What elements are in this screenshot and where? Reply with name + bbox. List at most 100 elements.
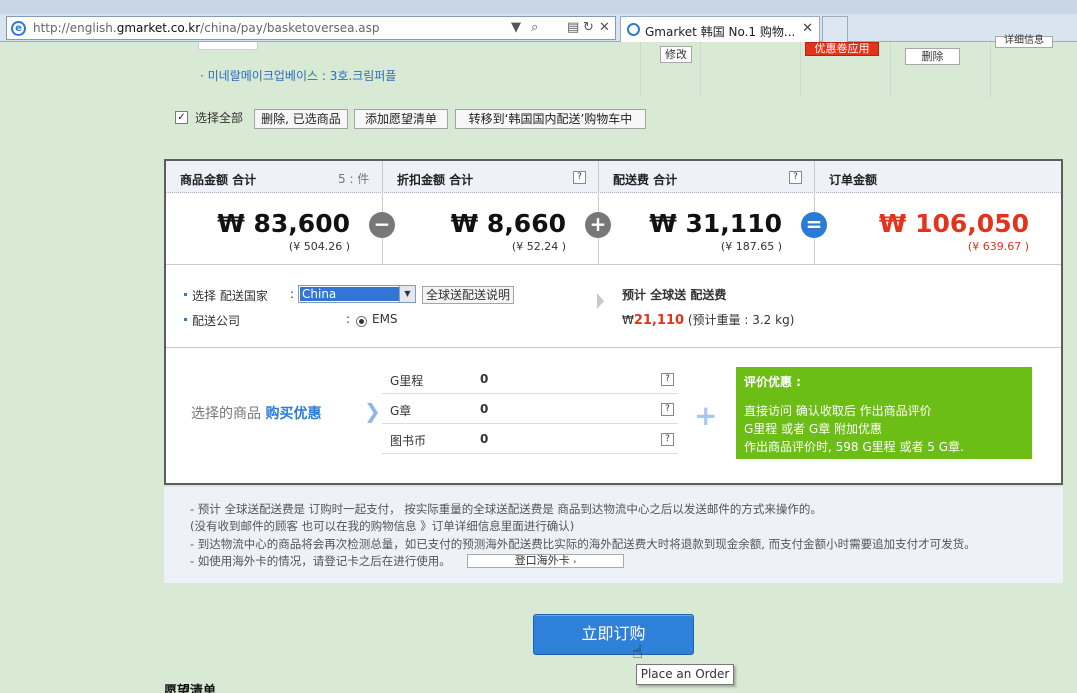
address-bar[interactable]: e http://english.gmarket.co.kr/china/pay… bbox=[6, 16, 616, 40]
est-shipping-title: 预计 全球送 配送费 bbox=[622, 288, 727, 302]
goods-total-cny: (¥ 504.26 ) bbox=[288, 240, 350, 253]
help-icon[interactable]: ? bbox=[661, 433, 674, 446]
url-text[interactable]: http://english.gmarket.co.kr/china/pay/b… bbox=[33, 21, 380, 35]
place-order-button[interactable]: 立即订购 bbox=[533, 614, 694, 655]
ie-icon: e bbox=[11, 21, 26, 36]
shipping-total-label: 配送费 合计 bbox=[613, 173, 678, 187]
intl-shipping-info-button[interactable]: 全球送配送说明 bbox=[422, 286, 515, 304]
colon: : bbox=[346, 312, 351, 326]
help-icon[interactable]: ? bbox=[661, 403, 674, 416]
refresh-icon[interactable]: ↻ bbox=[583, 20, 594, 35]
est-shipping-value: ₩21,110 (预计重量 : 3.2 kg) bbox=[622, 313, 795, 328]
country-select[interactable]: China ▼ bbox=[298, 285, 416, 303]
item-count: 5 : 件 bbox=[338, 172, 370, 186]
benefit-name: G章 bbox=[390, 404, 412, 418]
item-input-box bbox=[198, 42, 258, 50]
goods-total-column: 商品金额 合计 5 : 件 ₩ 83,600 (¥ 504.26 ) bbox=[166, 161, 382, 264]
chevron-down-icon[interactable]: ▼ bbox=[399, 286, 415, 302]
bullet-icon bbox=[184, 318, 187, 321]
benefit-value: 0 bbox=[480, 402, 489, 416]
divider bbox=[800, 42, 801, 97]
discount-total-amount: ₩ 8,660 bbox=[450, 209, 566, 238]
wishlist-title: 愿望清单 bbox=[164, 684, 217, 693]
chevron-right-icon: ❯ bbox=[364, 399, 381, 423]
browser-tab[interactable]: Gmarket 韩国 No.1 购物... ✕ bbox=[620, 16, 820, 42]
benefit-value: 0 bbox=[480, 372, 489, 386]
ems-radio[interactable] bbox=[356, 316, 367, 327]
help-icon[interactable]: ? bbox=[789, 171, 802, 184]
register-card-button[interactable]: 登口海外卡 › bbox=[467, 554, 624, 568]
stop-icon[interactable]: ✕ bbox=[599, 20, 610, 35]
purchase-benefits: 选择的商品 购买优惠 ❯ G里程 0 ? G章 0 ? 图书币 0 ? + 评价… bbox=[166, 349, 1061, 483]
benefit-name: G里程 bbox=[390, 374, 424, 388]
shipping-total-column: 配送费 合计 ? ₩ 31,110 (¥ 187.65 ) bbox=[599, 161, 814, 264]
tab-close-icon[interactable]: ✕ bbox=[802, 21, 813, 36]
benefit-name: 图书币 bbox=[390, 434, 427, 448]
note-line: - 预计 全球送配送费是 订购时一起支付， 按实际重量的全球送配送费是 商品到达… bbox=[190, 502, 822, 516]
shipping-options: 选择 配送国家 : China ▼ 全球送配送说明 配送公司 : EMS bbox=[166, 265, 598, 347]
add-wishlist-button[interactable]: 添加愿望清单 bbox=[354, 109, 448, 129]
divider bbox=[990, 42, 991, 97]
compat-view-icon[interactable]: ▤ bbox=[567, 20, 579, 35]
estimated-shipping: 预计 全球送 配送费 ₩21,110 (预计重量 : 3.2 kg) bbox=[597, 265, 1061, 347]
select-all-label[interactable]: 选择全部 bbox=[195, 109, 243, 126]
discount-total-cny: (¥ 52.24 ) bbox=[511, 240, 566, 253]
move-to-domestic-button[interactable]: 转移到‘韩国国内配送’购物车中 bbox=[455, 109, 646, 129]
benefit-row: G里程 0 ? bbox=[382, 364, 678, 394]
benefit-row: G章 0 ? bbox=[382, 394, 678, 424]
tab-title: Gmarket 韩国 No.1 购物... bbox=[645, 25, 796, 39]
window-topbar bbox=[0, 0, 1077, 14]
detail-button[interactable]: 详细信息 bbox=[995, 36, 1053, 48]
review-benefit-title: 评价优惠 : bbox=[744, 375, 801, 389]
note-line: - 如使用海外卡的情况，请登记卡之后在进行使用。 bbox=[190, 554, 451, 568]
tooltip: Place an Order bbox=[636, 664, 734, 685]
order-summary: 商品金额 合计 5 : 件 ₩ 83,600 (¥ 504.26 ) − 折扣金… bbox=[164, 159, 1063, 485]
divider bbox=[640, 42, 641, 97]
apply-coupon-button[interactable]: 优惠卷应用 bbox=[805, 42, 879, 56]
browser-chrome: e http://english.gmarket.co.kr/china/pay… bbox=[0, 0, 1077, 42]
order-total-amount: ₩ 106,050 bbox=[878, 209, 1029, 238]
review-benefit-line: 作出商品评价时, 598 G里程 或者 5 G章. bbox=[744, 440, 964, 454]
bullet-icon bbox=[184, 293, 187, 296]
goods-total-amount: ₩ 83,600 bbox=[217, 209, 350, 238]
delete-selected-button[interactable]: 删除, 已选商品 bbox=[254, 109, 348, 129]
review-benefit-box: 评价优惠 : 直接访问 确认收取后 作出商品评价 G里程 或者 G章 附加优惠 … bbox=[736, 367, 1032, 459]
delete-button[interactable]: 删除 bbox=[905, 48, 960, 65]
country-select-value: China bbox=[300, 287, 399, 301]
goods-total-label: 商品金额 合计 bbox=[180, 173, 257, 187]
help-icon[interactable]: ? bbox=[573, 171, 586, 184]
courier-value[interactable]: EMS bbox=[372, 312, 398, 326]
benefits-label: 选择的商品 购买优惠 bbox=[191, 406, 322, 422]
note-line: (没有收到邮件的顾客 也可以在我的购物信息 》订单详细信息里面进行确认) bbox=[190, 519, 575, 533]
divider bbox=[890, 42, 891, 97]
divider bbox=[700, 42, 701, 97]
shipping-total-amount: ₩ 31,110 bbox=[649, 209, 782, 238]
tab-ie-icon bbox=[627, 23, 640, 36]
benefit-value: 0 bbox=[480, 432, 489, 446]
compat-icon[interactable]: ▼ bbox=[511, 20, 521, 35]
courier-label: 配送公司 bbox=[192, 314, 241, 328]
discount-total-column: 折扣金额 合计 ? ₩ 8,660 (¥ 52.24 ) bbox=[383, 161, 598, 264]
order-total-cny: (¥ 639.67 ) bbox=[967, 240, 1029, 253]
shipping-section: 选择 配送国家 : China ▼ 全球送配送说明 配送公司 : EMS 预计 … bbox=[166, 264, 1061, 348]
search-icon[interactable]: ⌕ bbox=[531, 20, 538, 35]
hand-cursor-icon: ☝ bbox=[632, 642, 643, 663]
review-benefit-line: G里程 或者 G章 附加优惠 bbox=[744, 422, 883, 436]
new-tab-button[interactable] bbox=[822, 16, 848, 42]
discount-total-label: 折扣金额 合计 bbox=[397, 173, 474, 187]
country-label: 选择 配送国家 bbox=[192, 289, 268, 303]
benefit-row: 图书币 0 ? bbox=[382, 424, 678, 454]
shipping-notes: - 预计 全球送配送费是 订购时一起支付， 按实际重量的全球送配送费是 商品到达… bbox=[164, 487, 1063, 583]
arrow-right-icon bbox=[597, 293, 604, 309]
select-all-checkbox[interactable]: ✓ bbox=[175, 111, 188, 124]
item-option-name: · 미네랄메이크업베이스 : 3호.크림퍼플 bbox=[200, 69, 397, 83]
shipping-total-cny: (¥ 187.65 ) bbox=[720, 240, 782, 253]
help-icon[interactable]: ? bbox=[661, 373, 674, 386]
order-total-column: 订单金额 ₩ 106,050 (¥ 639.67 ) bbox=[815, 161, 1061, 264]
colon: : bbox=[290, 287, 295, 301]
previous-cart-item: · 미네랄메이크업베이스 : 3호.크림퍼플 修改 优惠卷应用 删除 详细信息 bbox=[190, 36, 1077, 97]
modify-button[interactable]: 修改 bbox=[660, 46, 692, 63]
review-benefit-line: 直接访问 确认收取后 作出商品评价 bbox=[744, 404, 932, 418]
note-line: - 到达物流中心的商品将会再次检测总量，如已支付的预测海外配送费比实际的海外配送… bbox=[190, 537, 976, 551]
order-total-label: 订单金额 bbox=[829, 173, 878, 187]
